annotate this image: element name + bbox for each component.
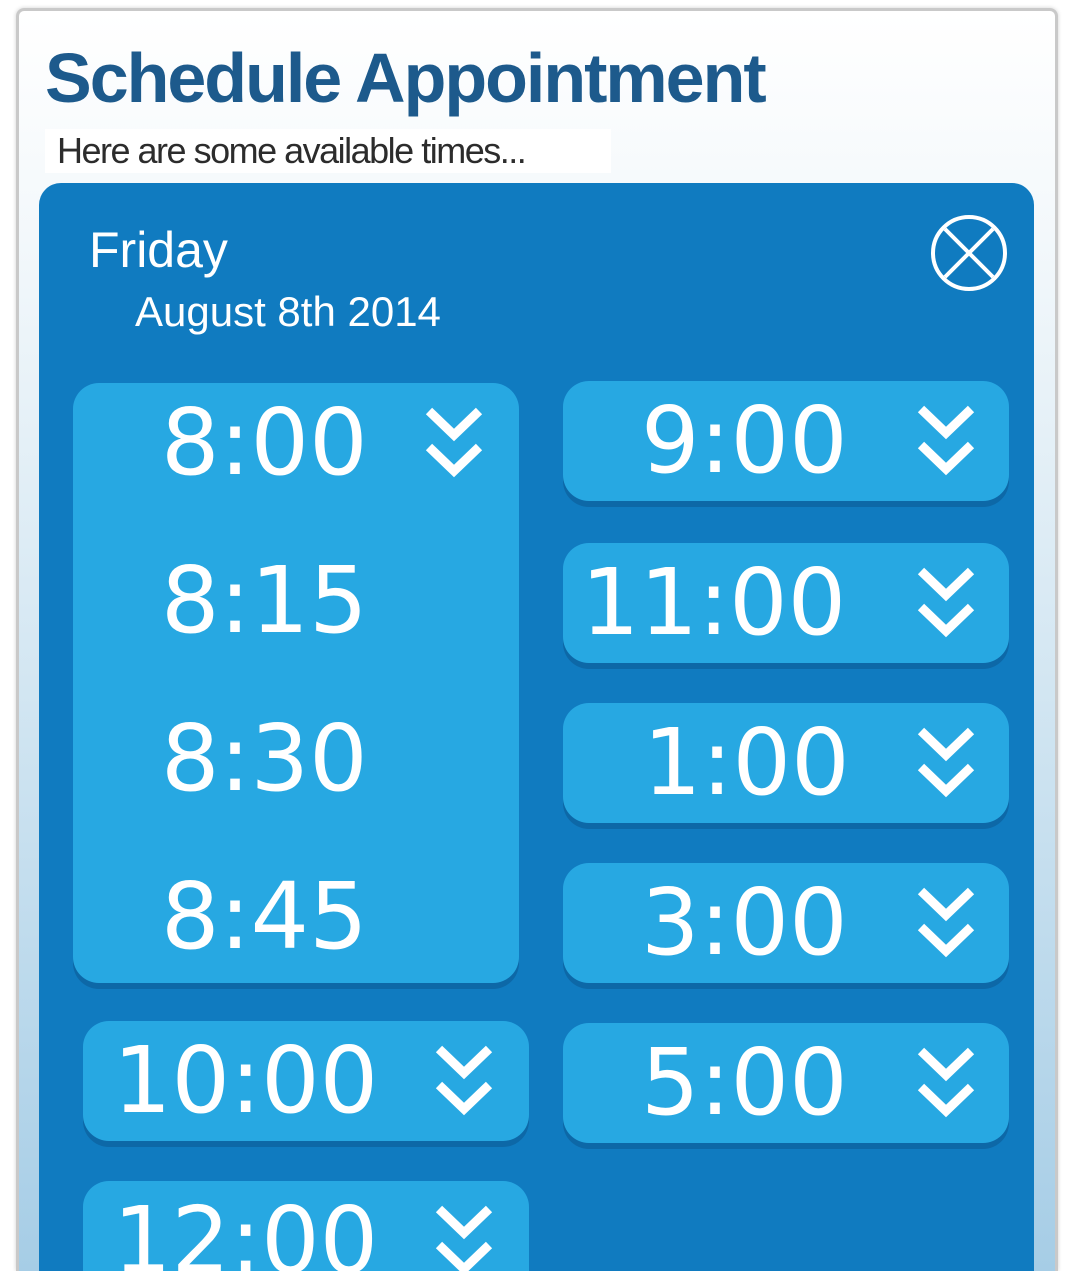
time-slot-3-00[interactable]: 3:00 bbox=[563, 863, 1009, 983]
time-slot-label: 3:00 bbox=[641, 869, 848, 976]
close-circle-x-icon bbox=[931, 215, 1007, 291]
day-label: Friday bbox=[89, 222, 228, 278]
time-slot-label: 10:00 bbox=[113, 1027, 379, 1134]
double-chevron-down-icon[interactable] bbox=[915, 885, 977, 961]
double-chevron-down-icon[interactable] bbox=[915, 565, 977, 641]
day-panel: Friday August 8th 2014 8:00 8:15 8:30 8:… bbox=[39, 183, 1034, 1271]
double-chevron-down-icon[interactable] bbox=[915, 403, 977, 479]
time-slot-label: 11:00 bbox=[581, 549, 847, 656]
time-slot-10-00[interactable]: 10:00 bbox=[83, 1021, 529, 1141]
time-slot-8-00-expanded[interactable]: 8:00 8:15 8:30 8:45 bbox=[73, 383, 519, 983]
sub-time-8-45[interactable]: 8:45 bbox=[161, 857, 368, 977]
time-slot-5-00[interactable]: 5:00 bbox=[563, 1023, 1009, 1143]
time-slot-1-00[interactable]: 1:00 bbox=[563, 703, 1009, 823]
time-slot-12-00[interactable]: 12:00 bbox=[83, 1181, 529, 1271]
sub-time-8-15[interactable]: 8:15 bbox=[161, 541, 368, 661]
page-title: Schedule Appointment bbox=[45, 39, 767, 117]
time-slot-9-00[interactable]: 9:00 bbox=[563, 381, 1009, 501]
sub-time-8-30[interactable]: 8:30 bbox=[161, 699, 368, 819]
double-chevron-down-icon[interactable] bbox=[433, 1043, 495, 1119]
double-chevron-down-icon[interactable] bbox=[915, 725, 977, 801]
close-button[interactable] bbox=[929, 213, 1009, 293]
time-slot-label: 8:00 bbox=[161, 389, 368, 496]
time-slot-label: 9:00 bbox=[641, 387, 848, 494]
date-label: August 8th 2014 bbox=[135, 288, 441, 335]
time-slot-11-00[interactable]: 11:00 bbox=[563, 543, 1009, 663]
double-chevron-down-icon[interactable] bbox=[423, 405, 485, 481]
double-chevron-down-icon[interactable] bbox=[433, 1203, 495, 1271]
app-frame: Schedule Appointment Here are some avail… bbox=[16, 8, 1058, 1271]
time-slot-label: 5:00 bbox=[641, 1029, 848, 1136]
time-slot-label: 1:00 bbox=[643, 709, 850, 816]
page-subtitle: Here are some available times... bbox=[45, 129, 611, 173]
double-chevron-down-icon[interactable] bbox=[915, 1045, 977, 1121]
time-slot-label: 12:00 bbox=[113, 1187, 379, 1271]
